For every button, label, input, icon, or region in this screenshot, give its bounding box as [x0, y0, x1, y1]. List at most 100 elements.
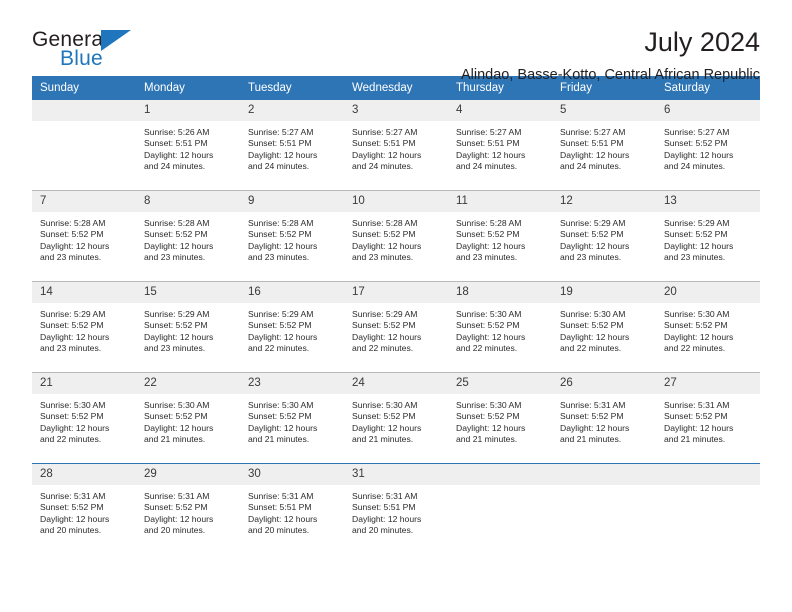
day-cell[interactable]: 26 Sunrise: 5:31 AM Sunset: 5:52 PM Dayl…: [552, 372, 656, 464]
day-number: 3: [344, 100, 448, 121]
day-cell[interactable]: 15 Sunrise: 5:29 AM Sunset: 5:52 PM Dayl…: [136, 281, 240, 373]
daylight-text-line1: Daylight: 12 hours: [248, 331, 318, 342]
day-cell[interactable]: 3 Sunrise: 5:27 AM Sunset: 5:51 PM Dayli…: [344, 100, 448, 191]
day-details: Sunrise: 5:30 AM Sunset: 5:52 PM Dayligh…: [32, 394, 136, 446]
sunrise-text: Sunrise: 5:30 AM: [560, 309, 626, 319]
sunrise-text: Sunrise: 5:27 AM: [664, 127, 730, 137]
day-details: Sunrise: 5:31 AM Sunset: 5:52 PM Dayligh…: [656, 394, 760, 446]
page-title: July 2024: [644, 27, 760, 57]
day-details: Sunrise: 5:27 AM Sunset: 5:52 PM Dayligh…: [656, 121, 760, 173]
daylight-text-line2: and 23 minutes.: [144, 252, 206, 263]
day-details: Sunrise: 5:28 AM Sunset: 5:52 PM Dayligh…: [240, 212, 344, 264]
sunrise-text: Sunrise: 5:27 AM: [352, 127, 418, 137]
day-number: 19: [552, 282, 656, 303]
day-details: Sunrise: 5:30 AM Sunset: 5:52 PM Dayligh…: [240, 394, 344, 446]
sunset-text: Sunset: 5:52 PM: [560, 229, 624, 240]
day-cell[interactable]: [552, 463, 656, 554]
day-cell[interactable]: 25 Sunrise: 5:30 AM Sunset: 5:52 PM Dayl…: [448, 372, 552, 464]
daylight-text-line2: and 21 minutes.: [144, 434, 206, 445]
daylight-text-line2: and 22 minutes.: [40, 434, 102, 445]
day-cell[interactable]: [448, 463, 552, 554]
day-cell[interactable]: 20 Sunrise: 5:30 AM Sunset: 5:52 PM Dayl…: [656, 281, 760, 373]
sunset-text: Sunset: 5:52 PM: [560, 411, 624, 422]
day-details: Sunrise: 5:30 AM Sunset: 5:52 PM Dayligh…: [448, 394, 552, 446]
day-number: 26: [552, 373, 656, 394]
day-cell[interactable]: 22 Sunrise: 5:30 AM Sunset: 5:52 PM Dayl…: [136, 372, 240, 464]
day-number: 27: [656, 373, 760, 394]
day-cell[interactable]: [32, 100, 136, 191]
day-cell[interactable]: 31 Sunrise: 5:31 AM Sunset: 5:51 PM Dayl…: [344, 463, 448, 554]
day-cell[interactable]: 6 Sunrise: 5:27 AM Sunset: 5:52 PM Dayli…: [656, 100, 760, 191]
sunrise-text: Sunrise: 5:28 AM: [352, 218, 418, 228]
day-cell[interactable]: 27 Sunrise: 5:31 AM Sunset: 5:52 PM Dayl…: [656, 372, 760, 464]
day-cell[interactable]: 18 Sunrise: 5:30 AM Sunset: 5:52 PM Dayl…: [448, 281, 552, 373]
sunset-text: Sunset: 5:52 PM: [352, 320, 416, 331]
sunset-text: Sunset: 5:52 PM: [144, 502, 208, 513]
day-details: Sunrise: 5:27 AM Sunset: 5:51 PM Dayligh…: [240, 121, 344, 173]
day-cell[interactable]: 30 Sunrise: 5:31 AM Sunset: 5:51 PM Dayl…: [240, 463, 344, 554]
daylight-text-line1: Daylight: 12 hours: [456, 422, 526, 433]
sunrise-text: Sunrise: 5:27 AM: [456, 127, 522, 137]
general-blue-logo[interactable]: General Blue: [32, 28, 140, 74]
day-number: 11: [448, 191, 552, 212]
daylight-text-line1: Daylight: 12 hours: [664, 331, 734, 342]
day-cell[interactable]: 5 Sunrise: 5:27 AM Sunset: 5:51 PM Dayli…: [552, 100, 656, 191]
sunset-text: Sunset: 5:52 PM: [40, 502, 104, 513]
day-cell[interactable]: 19 Sunrise: 5:30 AM Sunset: 5:52 PM Dayl…: [552, 281, 656, 373]
day-number: 8: [136, 191, 240, 212]
day-details: Sunrise: 5:29 AM Sunset: 5:52 PM Dayligh…: [136, 303, 240, 355]
day-cell[interactable]: 2 Sunrise: 5:27 AM Sunset: 5:51 PM Dayli…: [240, 100, 344, 191]
day-cell[interactable]: 16 Sunrise: 5:29 AM Sunset: 5:52 PM Dayl…: [240, 281, 344, 373]
daylight-text-line1: Daylight: 12 hours: [560, 422, 630, 433]
day-cell[interactable]: 9 Sunrise: 5:28 AM Sunset: 5:52 PM Dayli…: [240, 190, 344, 282]
daylight-text-line1: Daylight: 12 hours: [352, 149, 422, 160]
day-cell[interactable]: 8 Sunrise: 5:28 AM Sunset: 5:52 PM Dayli…: [136, 190, 240, 282]
day-details: [656, 485, 760, 491]
sunrise-text: Sunrise: 5:28 AM: [248, 218, 314, 228]
day-cell[interactable]: 11 Sunrise: 5:28 AM Sunset: 5:52 PM Dayl…: [448, 190, 552, 282]
day-cell[interactable]: 24 Sunrise: 5:30 AM Sunset: 5:52 PM Dayl…: [344, 372, 448, 464]
sunrise-text: Sunrise: 5:28 AM: [144, 218, 210, 228]
day-number: [656, 464, 760, 485]
day-cell[interactable]: 7 Sunrise: 5:28 AM Sunset: 5:52 PM Dayli…: [32, 190, 136, 282]
day-number: 13: [656, 191, 760, 212]
day-number: 6: [656, 100, 760, 121]
day-cell[interactable]: 12 Sunrise: 5:29 AM Sunset: 5:52 PM Dayl…: [552, 190, 656, 282]
day-cell[interactable]: 4 Sunrise: 5:27 AM Sunset: 5:51 PM Dayli…: [448, 100, 552, 191]
day-details: Sunrise: 5:29 AM Sunset: 5:52 PM Dayligh…: [32, 303, 136, 355]
day-cell[interactable]: 10 Sunrise: 5:28 AM Sunset: 5:52 PM Dayl…: [344, 190, 448, 282]
day-number: 17: [344, 282, 448, 303]
daylight-text-line1: Daylight: 12 hours: [664, 422, 734, 433]
day-cell[interactable]: 13 Sunrise: 5:29 AM Sunset: 5:52 PM Dayl…: [656, 190, 760, 282]
day-cell[interactable]: [656, 463, 760, 554]
sunset-text: Sunset: 5:52 PM: [352, 411, 416, 422]
sunset-text: Sunset: 5:52 PM: [664, 229, 728, 240]
sunrise-text: Sunrise: 5:30 AM: [456, 400, 522, 410]
daylight-text-line1: Daylight: 12 hours: [144, 149, 214, 160]
day-number: 30: [240, 464, 344, 485]
sunset-text: Sunset: 5:52 PM: [144, 411, 208, 422]
sunrise-text: Sunrise: 5:29 AM: [248, 309, 314, 319]
sunset-text: Sunset: 5:52 PM: [456, 229, 520, 240]
daylight-text-line1: Daylight: 12 hours: [144, 240, 214, 251]
daylight-text-line2: and 24 minutes.: [248, 161, 310, 172]
sunset-text: Sunset: 5:52 PM: [664, 320, 728, 331]
sunrise-text: Sunrise: 5:30 AM: [352, 400, 418, 410]
day-details: Sunrise: 5:26 AM Sunset: 5:51 PM Dayligh…: [136, 121, 240, 173]
daylight-text-line2: and 22 minutes.: [248, 343, 310, 354]
day-cell[interactable]: 29 Sunrise: 5:31 AM Sunset: 5:52 PM Dayl…: [136, 463, 240, 554]
sunrise-text: Sunrise: 5:31 AM: [40, 491, 106, 501]
day-cell[interactable]: 14 Sunrise: 5:29 AM Sunset: 5:52 PM Dayl…: [32, 281, 136, 373]
sunset-text: Sunset: 5:52 PM: [40, 229, 104, 240]
sunset-text: Sunset: 5:51 PM: [144, 138, 208, 149]
day-cell[interactable]: 17 Sunrise: 5:29 AM Sunset: 5:52 PM Dayl…: [344, 281, 448, 373]
daylight-text-line2: and 21 minutes.: [352, 434, 414, 445]
day-cell[interactable]: 1 Sunrise: 5:26 AM Sunset: 5:51 PM Dayli…: [136, 100, 240, 191]
daylight-text-line1: Daylight: 12 hours: [560, 149, 630, 160]
day-cell[interactable]: 28 Sunrise: 5:31 AM Sunset: 5:52 PM Dayl…: [32, 463, 136, 554]
day-cell[interactable]: 21 Sunrise: 5:30 AM Sunset: 5:52 PM Dayl…: [32, 372, 136, 464]
day-cell[interactable]: 23 Sunrise: 5:30 AM Sunset: 5:52 PM Dayl…: [240, 372, 344, 464]
daylight-text-line1: Daylight: 12 hours: [144, 513, 214, 524]
daylight-text-line2: and 20 minutes.: [248, 525, 310, 536]
day-details: Sunrise: 5:28 AM Sunset: 5:52 PM Dayligh…: [448, 212, 552, 264]
